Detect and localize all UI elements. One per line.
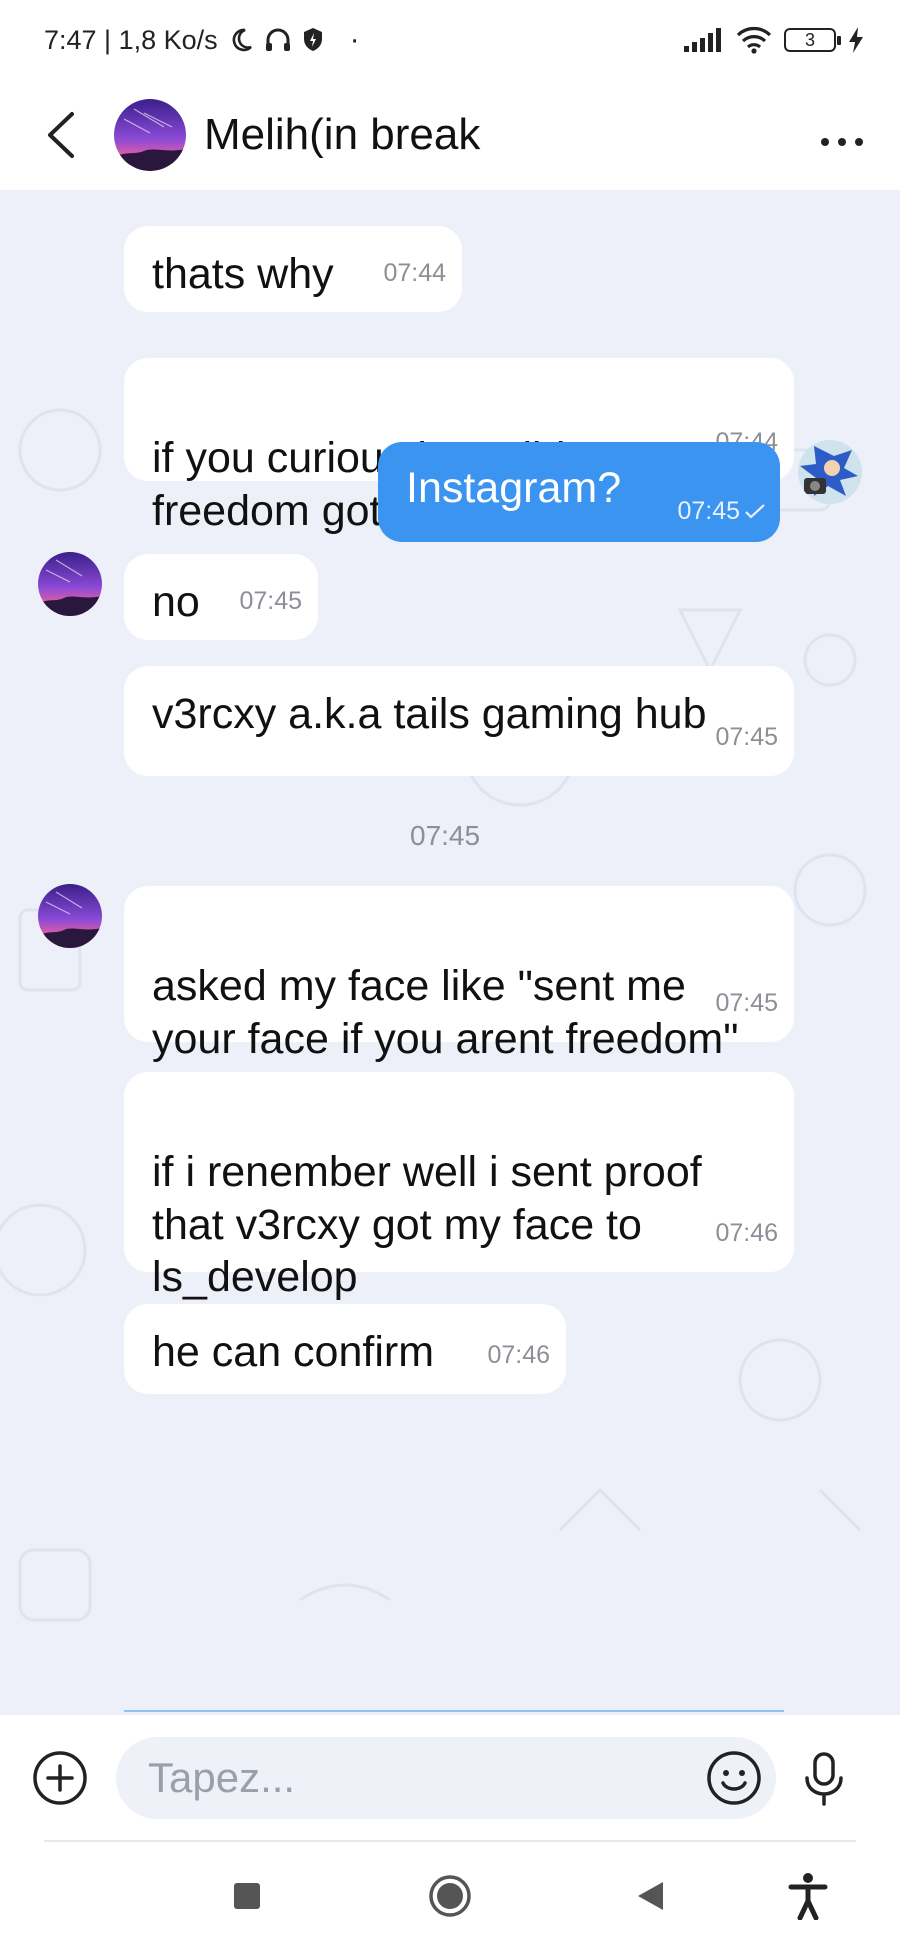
contact-name[interactable]: Melih(in break	[204, 110, 812, 160]
signal-icon	[684, 28, 724, 52]
message-bubble[interactable]: asked my face like "sent me your face if…	[124, 886, 794, 1063]
charging-icon	[848, 27, 864, 53]
status-dot: ·	[349, 23, 360, 56]
status-bar: 7:47 | 1,8 Ko/s · 3	[0, 0, 900, 80]
message-time: 07:45	[715, 722, 778, 751]
home-button[interactable]	[410, 1842, 490, 1949]
accessibility-icon	[788, 1872, 828, 1920]
back-button[interactable]	[36, 105, 86, 165]
microphone-button[interactable]	[794, 1748, 854, 1808]
back-triangle-icon	[638, 1881, 663, 1910]
outgoing-message-bubble[interactable]: Instagram? 07:45	[378, 442, 780, 542]
message-time: 07:44	[383, 258, 446, 287]
contact-avatar-small[interactable]	[38, 884, 102, 948]
contact-avatar-small[interactable]	[38, 552, 102, 616]
partial-message-edge	[124, 1710, 784, 1712]
message-text: thats why	[152, 250, 334, 298]
message-text: he can confirm	[152, 1328, 435, 1376]
battery-icon: 3	[784, 28, 841, 52]
system-nav-bar	[0, 1842, 900, 1949]
headphones-icon	[264, 27, 292, 53]
emoji-button[interactable]	[704, 1748, 764, 1808]
message-bubble[interactable]: if i renember well i sent proof that v3r…	[124, 1072, 794, 1301]
message-text: asked my face like "sent me your face if…	[152, 962, 739, 1063]
message-time: 07:46	[487, 1340, 550, 1369]
message-bubble[interactable]: no 07:45	[124, 554, 318, 640]
message-text: Instagram?	[406, 464, 622, 512]
home-circle-icon	[429, 1874, 471, 1917]
add-attachment-button[interactable]	[30, 1748, 90, 1808]
message-time: 07:45	[239, 586, 302, 615]
accessibility-button[interactable]	[768, 1842, 848, 1949]
message-input-container[interactable]	[116, 1736, 776, 1819]
message-bubble[interactable]: thats why 07:44	[124, 226, 462, 312]
message-time: 07:46	[715, 1218, 778, 1247]
wifi-icon	[736, 26, 772, 54]
composer-bar	[0, 1715, 900, 1840]
message-list[interactable]: thats why 07:44 if you curious how did f…	[0, 190, 900, 1715]
recent-apps-button[interactable]	[207, 1842, 287, 1949]
contact-avatar[interactable]	[114, 99, 186, 171]
message-bubble[interactable]: he can confirm 07:46	[124, 1304, 566, 1394]
message-text: no	[152, 578, 200, 626]
back-arrow-icon	[48, 112, 74, 158]
message-time: 07:45	[677, 496, 766, 527]
shield-icon	[302, 27, 324, 53]
status-time: 7:47 | 1,8 Ko/s	[44, 24, 218, 55]
message-time-label: 07:45	[677, 496, 740, 525]
message-text: v3rcxy a.k.a tails gaming hub	[152, 690, 707, 738]
message-input[interactable]	[148, 1753, 704, 1802]
back-nav-button[interactable]	[610, 1842, 690, 1949]
square-icon	[234, 1882, 260, 1909]
moon-icon	[228, 27, 254, 53]
more-options-button[interactable]	[812, 113, 872, 158]
sent-check-icon	[745, 503, 765, 519]
my-avatar[interactable]	[798, 440, 862, 504]
message-time: 07:45	[715, 988, 778, 1017]
chat-header: Melih(in break	[0, 80, 900, 190]
date-separator: 07:45	[410, 816, 481, 856]
battery-level: 3	[804, 29, 815, 50]
message-bubble[interactable]: v3rcxy a.k.a tails gaming hub 07:45	[124, 666, 794, 776]
more-icon	[821, 137, 863, 146]
